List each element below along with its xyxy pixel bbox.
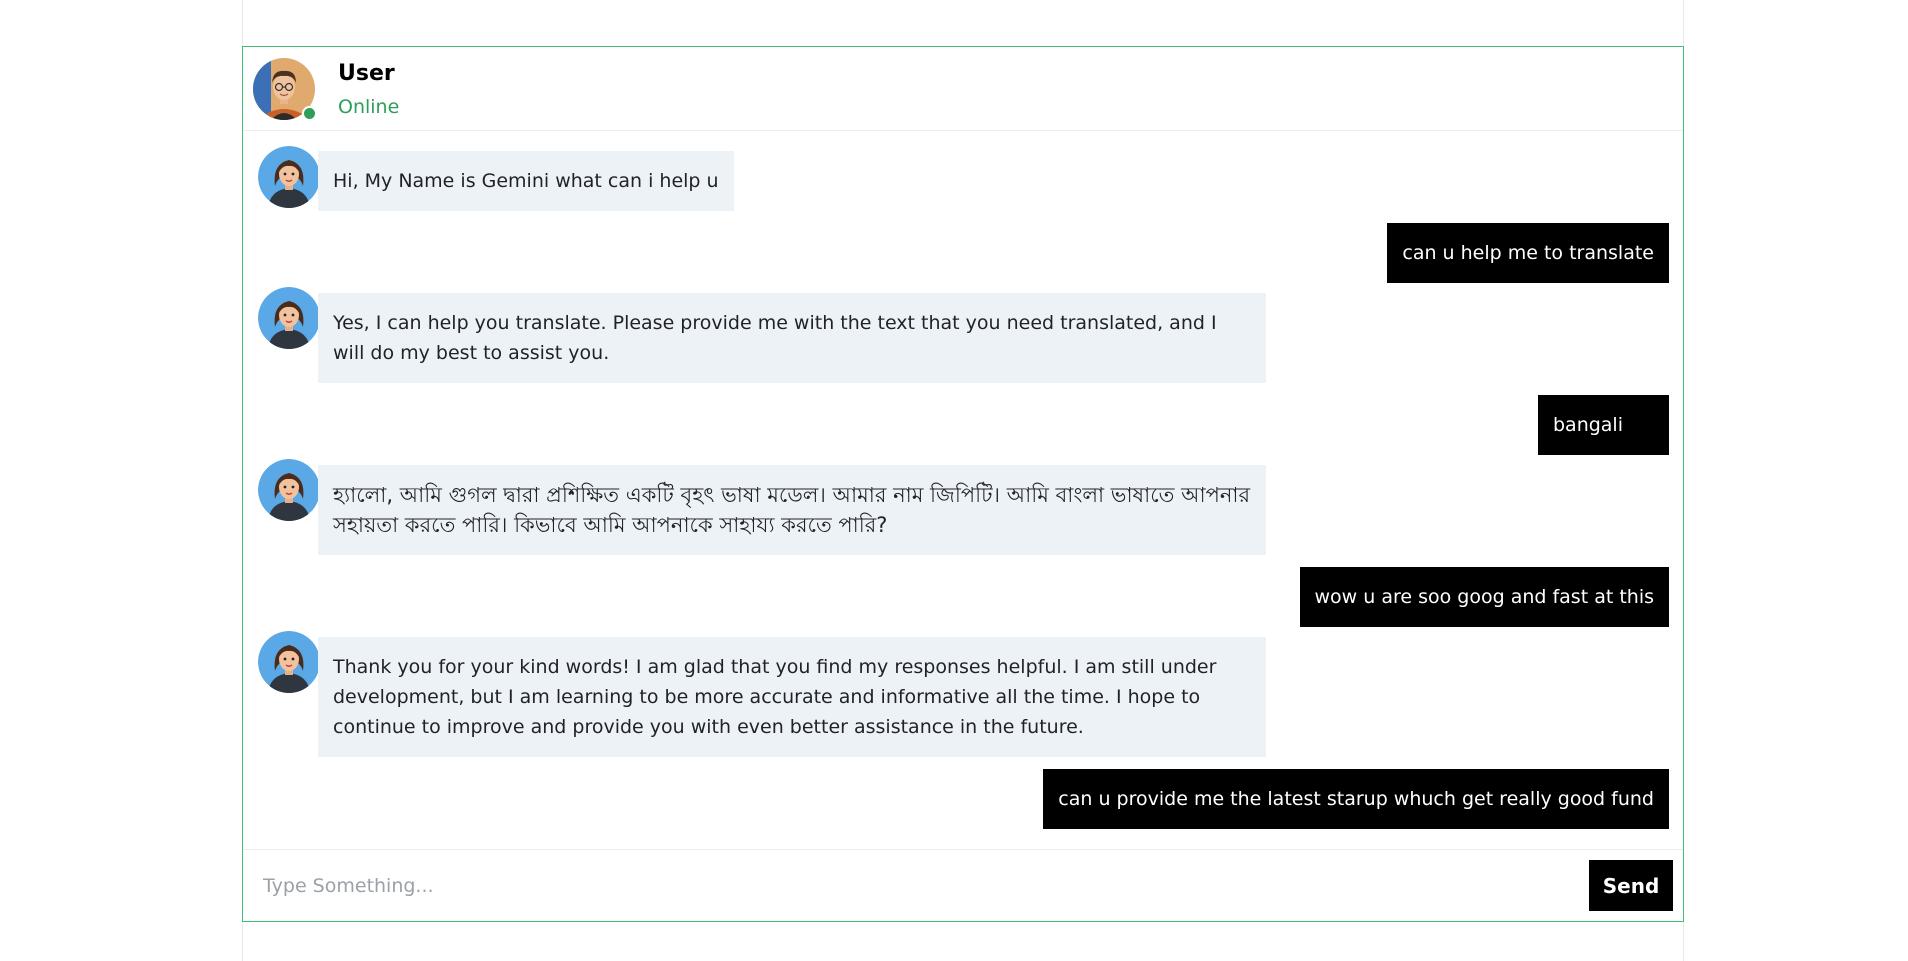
user-message: bangali (1537, 395, 1669, 455)
contact-name: User (338, 61, 395, 86)
message-input[interactable] (261, 858, 1565, 914)
send-button[interactable]: Send (1589, 860, 1673, 911)
contact-status: Online (338, 96, 400, 118)
online-status-dot (302, 106, 317, 121)
bot-avatar-icon (258, 287, 320, 349)
user-message: can u help me to translate (1387, 223, 1669, 283)
chat-window: User Online Hi, My Name is Gemini what c… (242, 46, 1684, 922)
chat-header: User Online (243, 47, 1683, 131)
bot-message: হ্যালো, আমি গুগল দ্বারা প্রশিক্ষিত একটি … (318, 465, 1266, 555)
bot-avatar-icon (258, 459, 320, 521)
bot-message: Hi, My Name is Gemini what can i help u (318, 151, 734, 211)
bot-avatar-icon (258, 146, 320, 208)
bot-message: Yes, I can help you translate. Please pr… (318, 293, 1266, 383)
user-message: wow u are soo goog and fast at this (1299, 567, 1669, 627)
user-message: can u provide me the latest starup whuch… (1043, 769, 1669, 829)
message-list: Hi, My Name is Gemini what can i help u … (243, 131, 1683, 897)
message-composer: Send (243, 849, 1683, 921)
bot-avatar-icon (258, 631, 320, 693)
bot-message: Thank you for your kind words! I am glad… (318, 637, 1266, 757)
